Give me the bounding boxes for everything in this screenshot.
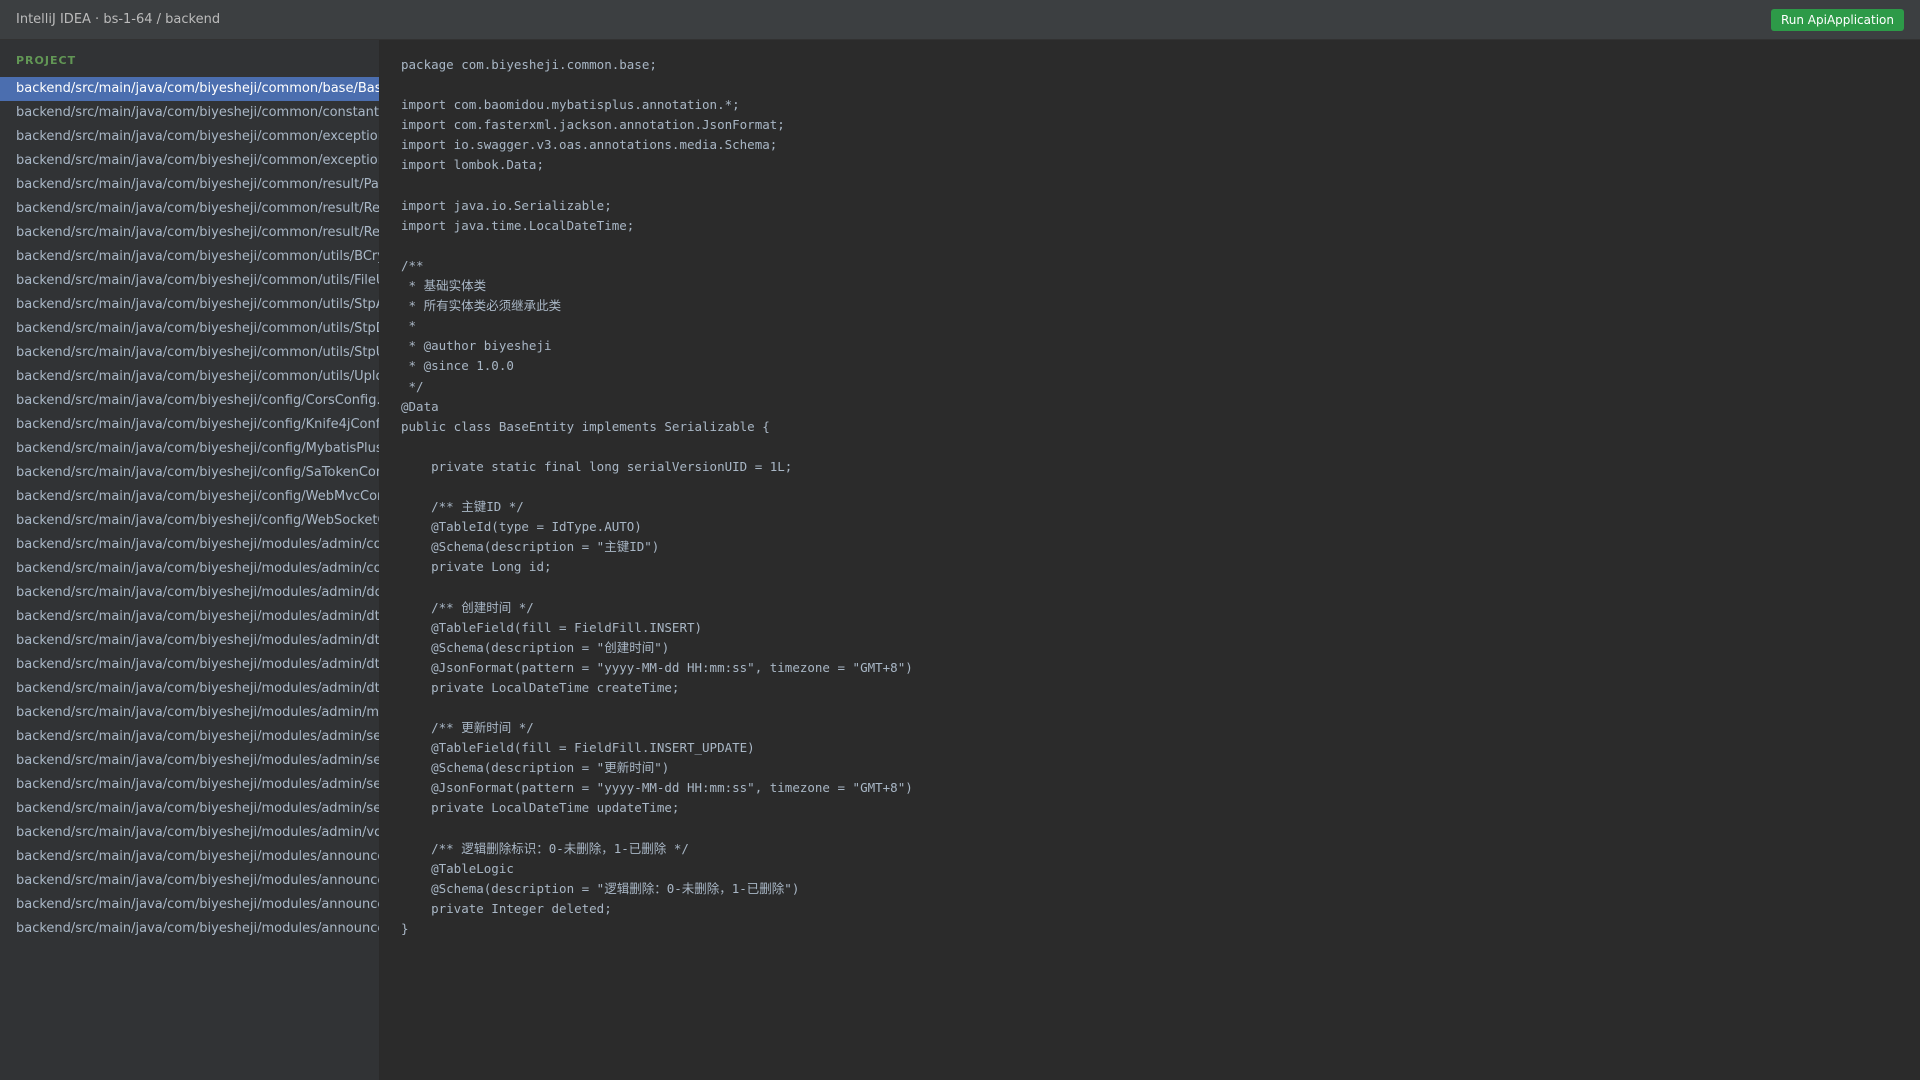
file-tree-item[interactable]: backend/src/main/java/com/biyesheji/modu… xyxy=(0,725,379,749)
title-bar: IntelliJ IDEA · bs-1-64 / backend Run Ap… xyxy=(0,0,1920,40)
file-tree-item[interactable]: backend/src/main/java/com/biyesheji/modu… xyxy=(0,677,379,701)
file-tree-item[interactable]: backend/src/main/java/com/biyesheji/modu… xyxy=(0,773,379,797)
file-tree-item[interactable]: backend/src/main/java/com/biyesheji/conf… xyxy=(0,509,379,533)
file-tree-item[interactable]: backend/src/main/java/com/biyesheji/comm… xyxy=(0,101,379,125)
run-application-button[interactable]: Run ApiApplication xyxy=(1770,9,1904,31)
file-tree-item[interactable]: backend/src/main/java/com/biyesheji/modu… xyxy=(0,581,379,605)
project-sidebar: PROJECT backend/src/main/java/com/biyesh… xyxy=(0,40,380,1080)
file-tree-item[interactable]: backend/src/main/java/com/biyesheji/modu… xyxy=(0,845,379,869)
file-tree-item[interactable]: backend/src/main/java/com/biyesheji/comm… xyxy=(0,125,379,149)
file-tree-item[interactable]: backend/src/main/java/com/biyesheji/comm… xyxy=(0,245,379,269)
file-tree-item[interactable]: backend/src/main/java/com/biyesheji/conf… xyxy=(0,485,379,509)
file-tree-item[interactable]: backend/src/main/java/com/biyesheji/comm… xyxy=(0,317,379,341)
file-tree-item[interactable]: backend/src/main/java/com/biyesheji/modu… xyxy=(0,869,379,893)
file-tree-item[interactable]: backend/src/main/java/com/biyesheji/modu… xyxy=(0,797,379,821)
code-editor[interactable]: package com.biyesheji.common.base; impor… xyxy=(380,40,1920,1080)
file-tree-item[interactable]: backend/src/main/java/com/biyesheji/comm… xyxy=(0,149,379,173)
window-title: IntelliJ IDEA · bs-1-64 / backend xyxy=(16,12,221,27)
file-tree-item[interactable]: backend/src/main/java/com/biyesheji/modu… xyxy=(0,653,379,677)
file-tree-item[interactable]: backend/src/main/java/com/biyesheji/comm… xyxy=(0,221,379,245)
file-tree-item[interactable]: backend/src/main/java/com/biyesheji/modu… xyxy=(0,605,379,629)
file-tree-item[interactable]: backend/src/main/java/com/biyesheji/comm… xyxy=(0,341,379,365)
file-tree-item[interactable]: backend/src/main/java/com/biyesheji/comm… xyxy=(0,293,379,317)
file-tree-item[interactable]: backend/src/main/java/com/biyesheji/comm… xyxy=(0,197,379,221)
file-tree-item[interactable]: backend/src/main/java/com/biyesheji/comm… xyxy=(0,269,379,293)
file-tree-item[interactable]: backend/src/main/java/com/biyesheji/comm… xyxy=(0,173,379,197)
code-content[interactable]: package com.biyesheji.common.base; impor… xyxy=(401,55,913,939)
file-tree-item[interactable]: backend/src/main/java/com/biyesheji/modu… xyxy=(0,917,379,941)
file-tree-item[interactable]: backend/src/main/java/com/biyesheji/modu… xyxy=(0,749,379,773)
file-tree-item[interactable]: backend/src/main/java/com/biyesheji/conf… xyxy=(0,413,379,437)
file-tree-item[interactable]: backend/src/main/java/com/biyesheji/conf… xyxy=(0,389,379,413)
file-tree-item[interactable]: backend/src/main/java/com/biyesheji/comm… xyxy=(0,365,379,389)
file-tree-item[interactable]: backend/src/main/java/com/biyesheji/modu… xyxy=(0,701,379,725)
file-tree-item[interactable]: backend/src/main/java/com/biyesheji/conf… xyxy=(0,437,379,461)
file-tree-item[interactable]: backend/src/main/java/com/biyesheji/modu… xyxy=(0,557,379,581)
file-tree-item[interactable]: backend/src/main/java/com/biyesheji/comm… xyxy=(0,77,379,101)
file-tree-item[interactable]: backend/src/main/java/com/biyesheji/modu… xyxy=(0,533,379,557)
file-tree-item[interactable]: backend/src/main/java/com/biyesheji/conf… xyxy=(0,461,379,485)
file-tree-item[interactable]: backend/src/main/java/com/biyesheji/modu… xyxy=(0,821,379,845)
project-header: PROJECT xyxy=(16,54,77,67)
file-tree-item[interactable]: backend/src/main/java/com/biyesheji/modu… xyxy=(0,893,379,917)
file-tree-item[interactable]: backend/src/main/java/com/biyesheji/modu… xyxy=(0,629,379,653)
file-tree: backend/src/main/java/com/biyesheji/comm… xyxy=(0,77,379,941)
